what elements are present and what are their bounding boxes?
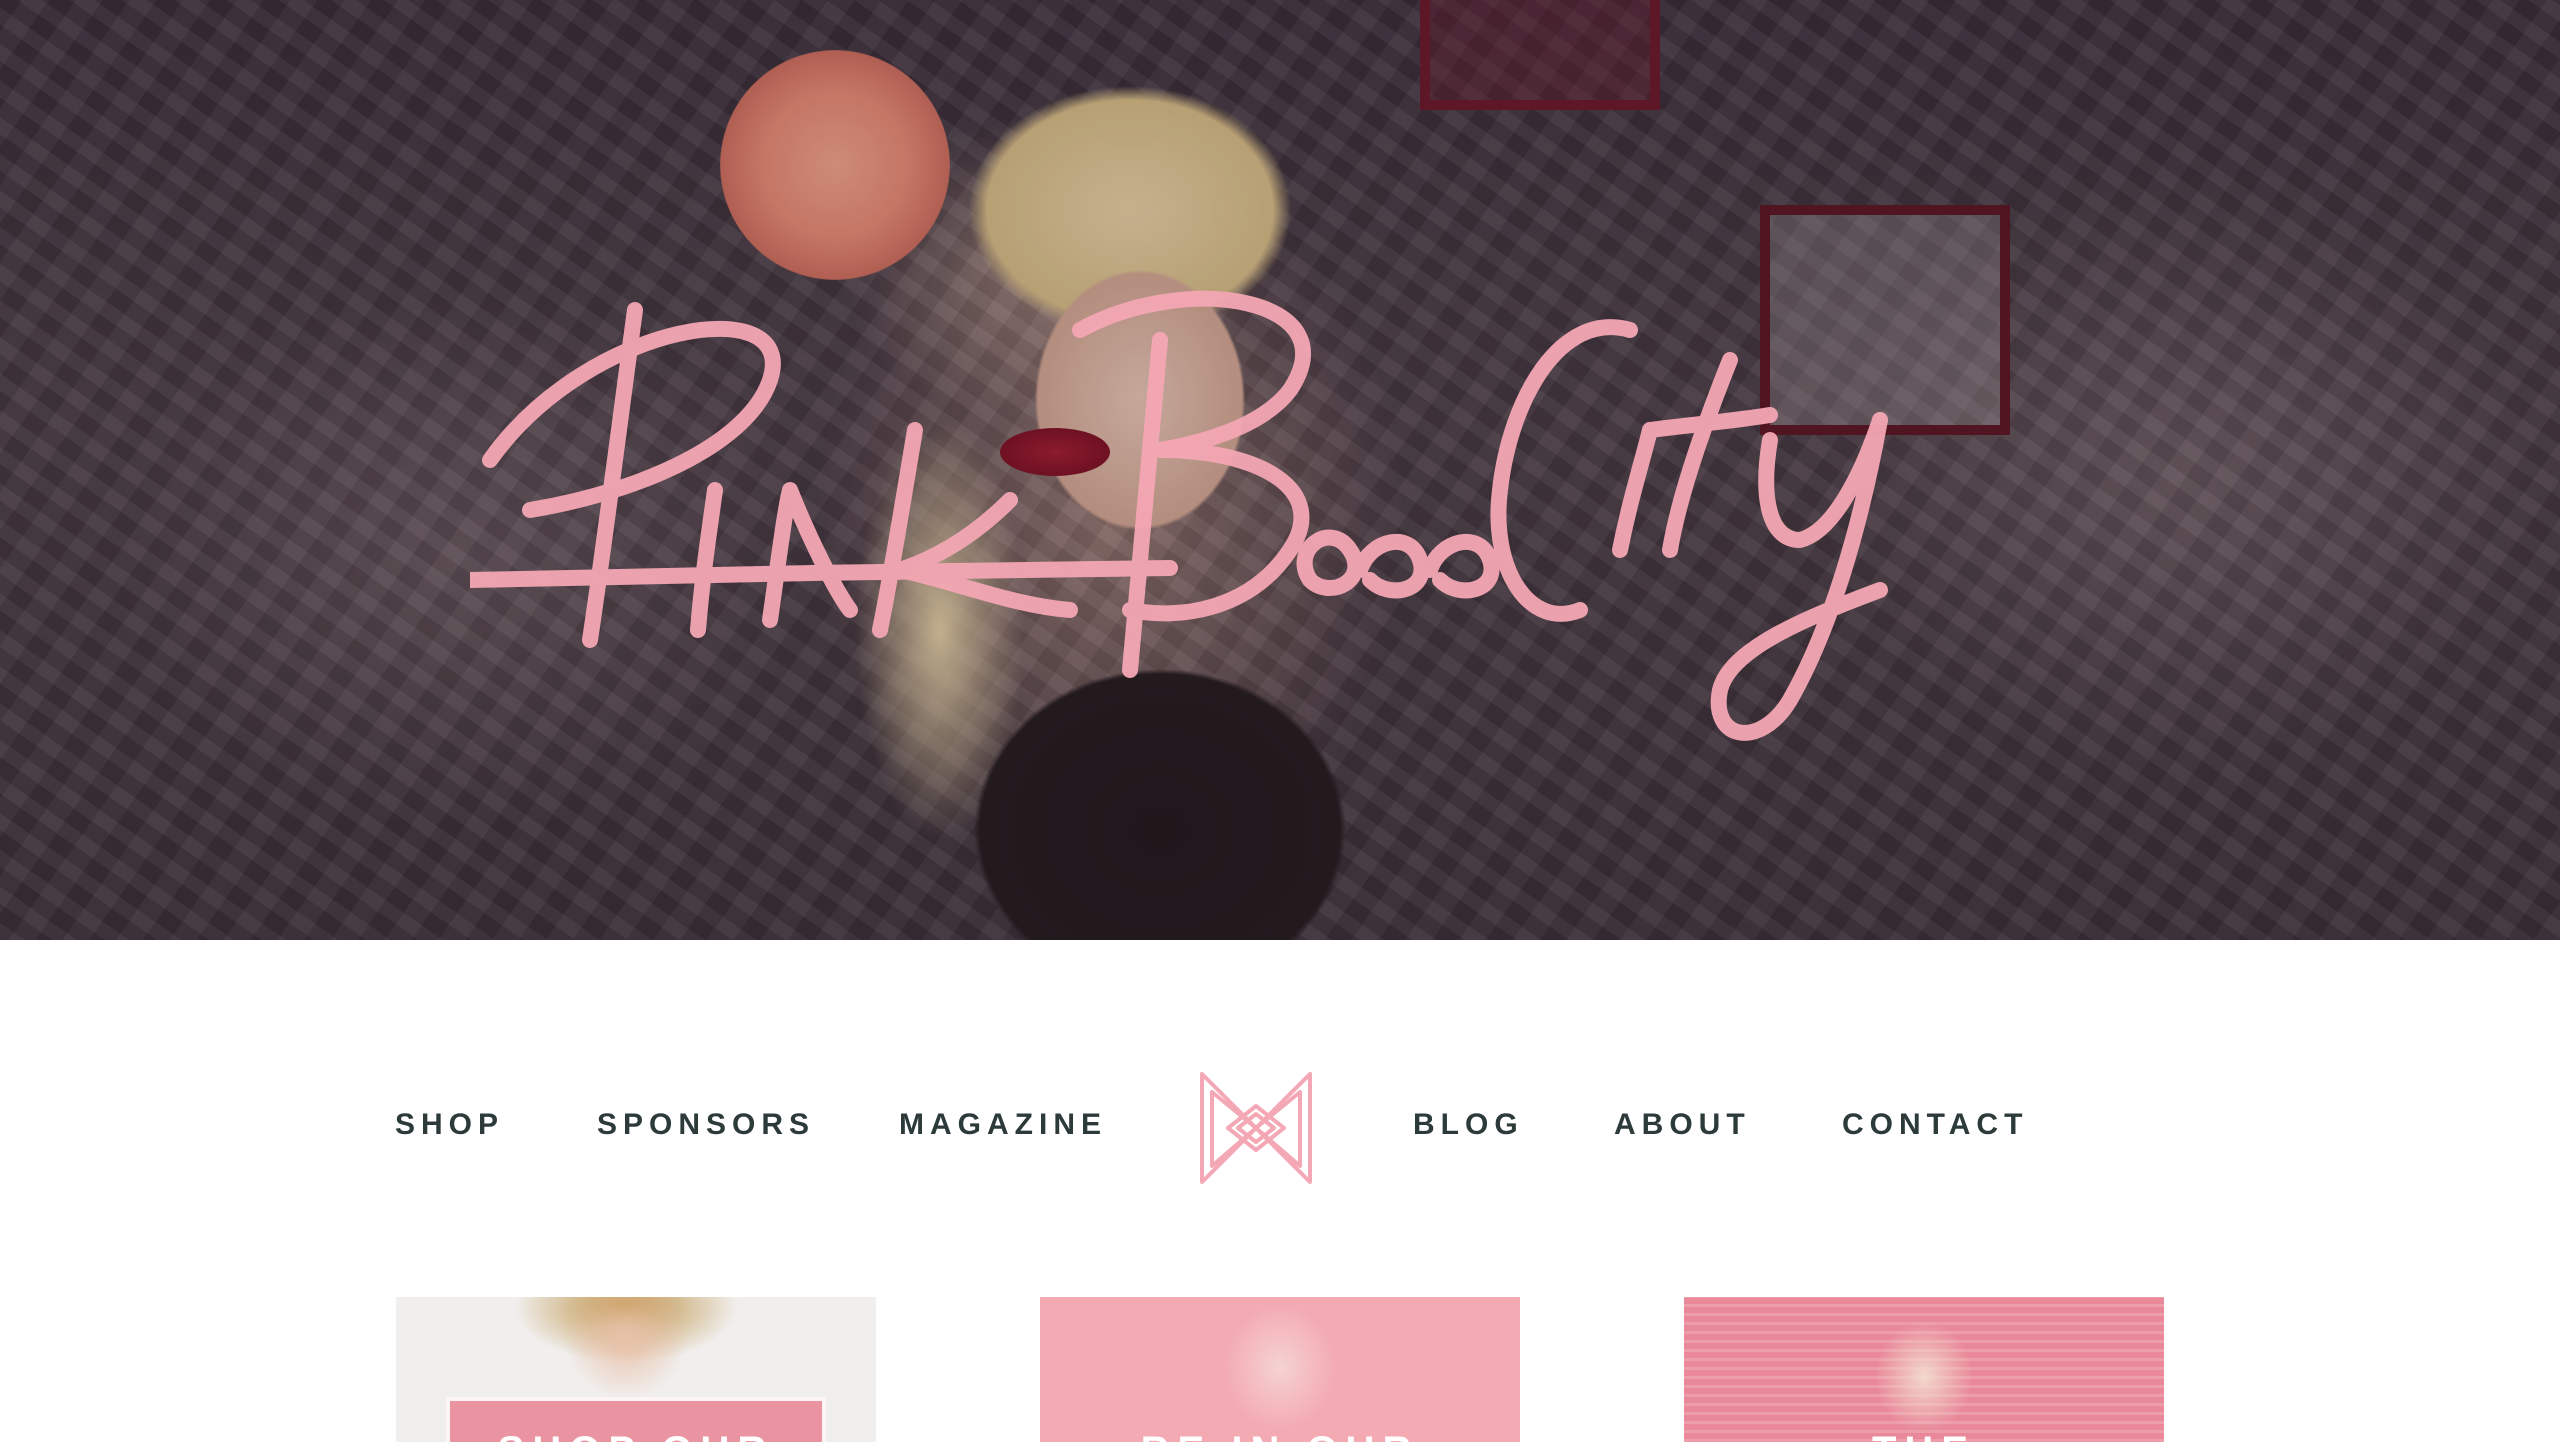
- nav-magazine[interactable]: MAGAZINE: [899, 1108, 1107, 1142]
- magazine-card[interactable]: BE IN OUR: [1040, 1297, 1520, 1442]
- magazine-card-label: BE IN OUR: [1040, 1429, 1520, 1442]
- bow-emblem-icon[interactable]: [1198, 1070, 1314, 1186]
- nav-contact[interactable]: CONTACT: [1842, 1108, 2028, 1142]
- nav-shop[interactable]: SHOP: [395, 1108, 504, 1142]
- pink-bow-city-logo[interactable]: [470, 250, 2090, 750]
- hero-banner: [0, 0, 2560, 940]
- main-navigation: SHOP SPONSORS MAGAZINE BLOG ABOUT CONTAC…: [0, 1060, 2560, 1190]
- blog-card-label: THE: [1684, 1429, 2164, 1442]
- shop-card-label: SHOP OUR: [396, 1429, 876, 1442]
- shop-card[interactable]: SHOP OUR: [396, 1297, 876, 1442]
- nav-about[interactable]: ABOUT: [1614, 1108, 1751, 1142]
- nav-blog[interactable]: BLOG: [1413, 1108, 1524, 1142]
- blog-card[interactable]: THE: [1684, 1297, 2164, 1442]
- nav-sponsors[interactable]: SPONSORS: [597, 1108, 815, 1142]
